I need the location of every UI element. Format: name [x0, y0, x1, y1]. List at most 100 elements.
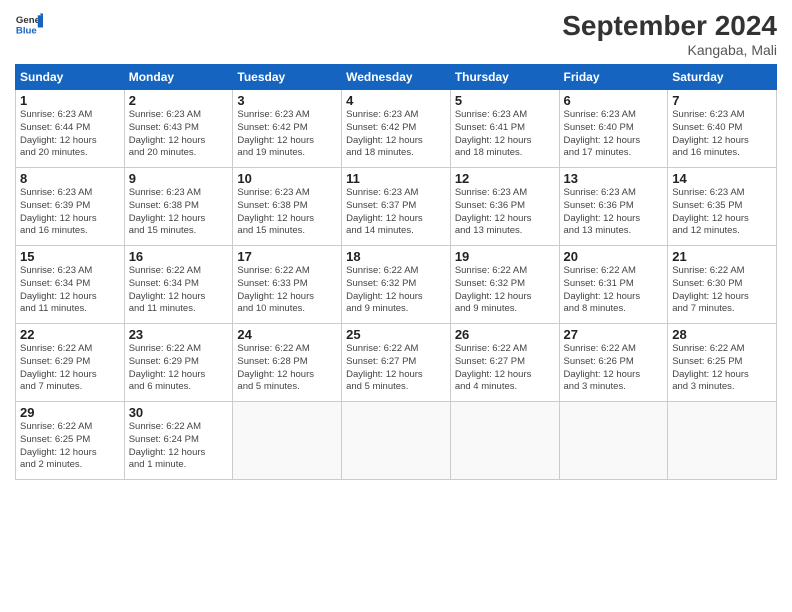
day-cell: 27Sunrise: 6:22 AM Sunset: 6:26 PM Dayli…: [559, 324, 668, 402]
week-row-2: 8Sunrise: 6:23 AM Sunset: 6:39 PM Daylig…: [16, 168, 777, 246]
day-cell: 20Sunrise: 6:22 AM Sunset: 6:31 PM Dayli…: [559, 246, 668, 324]
day-cell: [450, 402, 559, 480]
day-number: 25: [346, 327, 446, 342]
header-wednesday: Wednesday: [342, 65, 451, 90]
day-info: Sunrise: 6:22 AM Sunset: 6:32 PM Dayligh…: [455, 265, 555, 316]
day-cell: 1Sunrise: 6:23 AM Sunset: 6:44 PM Daylig…: [16, 90, 125, 168]
day-info: Sunrise: 6:23 AM Sunset: 6:40 PM Dayligh…: [672, 109, 772, 160]
day-number: 23: [129, 327, 229, 342]
day-number: 13: [564, 171, 664, 186]
day-info: Sunrise: 6:22 AM Sunset: 6:29 PM Dayligh…: [129, 343, 229, 394]
day-cell: [559, 402, 668, 480]
day-info: Sunrise: 6:22 AM Sunset: 6:31 PM Dayligh…: [564, 265, 664, 316]
day-number: 30: [129, 405, 229, 420]
day-cell: 26Sunrise: 6:22 AM Sunset: 6:27 PM Dayli…: [450, 324, 559, 402]
day-number: 20: [564, 249, 664, 264]
day-cell: 28Sunrise: 6:22 AM Sunset: 6:25 PM Dayli…: [668, 324, 777, 402]
day-info: Sunrise: 6:22 AM Sunset: 6:25 PM Dayligh…: [20, 421, 120, 472]
day-info: Sunrise: 6:23 AM Sunset: 6:35 PM Dayligh…: [672, 187, 772, 238]
day-cell: 23Sunrise: 6:22 AM Sunset: 6:29 PM Dayli…: [124, 324, 233, 402]
day-number: 19: [455, 249, 555, 264]
day-info: Sunrise: 6:23 AM Sunset: 6:43 PM Dayligh…: [129, 109, 229, 160]
header-sunday: Sunday: [16, 65, 125, 90]
day-info: Sunrise: 6:23 AM Sunset: 6:38 PM Dayligh…: [129, 187, 229, 238]
day-cell: 8Sunrise: 6:23 AM Sunset: 6:39 PM Daylig…: [16, 168, 125, 246]
day-cell: 29Sunrise: 6:22 AM Sunset: 6:25 PM Dayli…: [16, 402, 125, 480]
day-number: 29: [20, 405, 120, 420]
day-cell: 7Sunrise: 6:23 AM Sunset: 6:40 PM Daylig…: [668, 90, 777, 168]
day-number: 6: [564, 93, 664, 108]
day-cell: 13Sunrise: 6:23 AM Sunset: 6:36 PM Dayli…: [559, 168, 668, 246]
day-info: Sunrise: 6:23 AM Sunset: 6:36 PM Dayligh…: [564, 187, 664, 238]
day-number: 7: [672, 93, 772, 108]
header-row: General Blue September 2024 Kangaba, Mal…: [15, 10, 777, 58]
day-cell: 11Sunrise: 6:23 AM Sunset: 6:37 PM Dayli…: [342, 168, 451, 246]
day-info: Sunrise: 6:23 AM Sunset: 6:36 PM Dayligh…: [455, 187, 555, 238]
day-info: Sunrise: 6:23 AM Sunset: 6:42 PM Dayligh…: [346, 109, 446, 160]
day-number: 16: [129, 249, 229, 264]
day-cell: 3Sunrise: 6:23 AM Sunset: 6:42 PM Daylig…: [233, 90, 342, 168]
day-number: 9: [129, 171, 229, 186]
day-info: Sunrise: 6:22 AM Sunset: 6:25 PM Dayligh…: [672, 343, 772, 394]
day-info: Sunrise: 6:23 AM Sunset: 6:44 PM Dayligh…: [20, 109, 120, 160]
day-cell: 19Sunrise: 6:22 AM Sunset: 6:32 PM Dayli…: [450, 246, 559, 324]
day-info: Sunrise: 6:22 AM Sunset: 6:26 PM Dayligh…: [564, 343, 664, 394]
header-thursday: Thursday: [450, 65, 559, 90]
day-cell: [233, 402, 342, 480]
day-cell: [342, 402, 451, 480]
day-number: 21: [672, 249, 772, 264]
day-info: Sunrise: 6:22 AM Sunset: 6:27 PM Dayligh…: [346, 343, 446, 394]
day-info: Sunrise: 6:23 AM Sunset: 6:38 PM Dayligh…: [237, 187, 337, 238]
calendar-subtitle: Kangaba, Mali: [562, 42, 777, 58]
day-info: Sunrise: 6:22 AM Sunset: 6:32 PM Dayligh…: [346, 265, 446, 316]
day-cell: 14Sunrise: 6:23 AM Sunset: 6:35 PM Dayli…: [668, 168, 777, 246]
day-cell: 9Sunrise: 6:23 AM Sunset: 6:38 PM Daylig…: [124, 168, 233, 246]
day-info: Sunrise: 6:22 AM Sunset: 6:27 PM Dayligh…: [455, 343, 555, 394]
header-tuesday: Tuesday: [233, 65, 342, 90]
day-info: Sunrise: 6:22 AM Sunset: 6:29 PM Dayligh…: [20, 343, 120, 394]
day-cell: 5Sunrise: 6:23 AM Sunset: 6:41 PM Daylig…: [450, 90, 559, 168]
day-cell: 12Sunrise: 6:23 AM Sunset: 6:36 PM Dayli…: [450, 168, 559, 246]
day-number: 15: [20, 249, 120, 264]
day-number: 5: [455, 93, 555, 108]
calendar-container: General Blue September 2024 Kangaba, Mal…: [0, 0, 792, 490]
logo-icon: General Blue: [15, 10, 43, 38]
day-cell: 6Sunrise: 6:23 AM Sunset: 6:40 PM Daylig…: [559, 90, 668, 168]
day-info: Sunrise: 6:22 AM Sunset: 6:30 PM Dayligh…: [672, 265, 772, 316]
day-info: Sunrise: 6:23 AM Sunset: 6:40 PM Dayligh…: [564, 109, 664, 160]
day-cell: 18Sunrise: 6:22 AM Sunset: 6:32 PM Dayli…: [342, 246, 451, 324]
day-info: Sunrise: 6:22 AM Sunset: 6:24 PM Dayligh…: [129, 421, 229, 472]
day-info: Sunrise: 6:22 AM Sunset: 6:33 PM Dayligh…: [237, 265, 337, 316]
day-cell: 2Sunrise: 6:23 AM Sunset: 6:43 PM Daylig…: [124, 90, 233, 168]
day-number: 18: [346, 249, 446, 264]
week-row-4: 22Sunrise: 6:22 AM Sunset: 6:29 PM Dayli…: [16, 324, 777, 402]
day-info: Sunrise: 6:23 AM Sunset: 6:37 PM Dayligh…: [346, 187, 446, 238]
calendar-table: Sunday Monday Tuesday Wednesday Thursday…: [15, 64, 777, 480]
svg-text:Blue: Blue: [16, 26, 37, 37]
header-monday: Monday: [124, 65, 233, 90]
title-block: September 2024 Kangaba, Mali: [562, 10, 777, 58]
weekday-header-row: Sunday Monday Tuesday Wednesday Thursday…: [16, 65, 777, 90]
day-number: 8: [20, 171, 120, 186]
week-row-1: 1Sunrise: 6:23 AM Sunset: 6:44 PM Daylig…: [16, 90, 777, 168]
day-number: 22: [20, 327, 120, 342]
day-info: Sunrise: 6:22 AM Sunset: 6:34 PM Dayligh…: [129, 265, 229, 316]
header-friday: Friday: [559, 65, 668, 90]
header-saturday: Saturday: [668, 65, 777, 90]
day-info: Sunrise: 6:23 AM Sunset: 6:39 PM Dayligh…: [20, 187, 120, 238]
day-cell: 30Sunrise: 6:22 AM Sunset: 6:24 PM Dayli…: [124, 402, 233, 480]
day-number: 3: [237, 93, 337, 108]
day-number: 4: [346, 93, 446, 108]
day-number: 1: [20, 93, 120, 108]
day-number: 2: [129, 93, 229, 108]
day-cell: 21Sunrise: 6:22 AM Sunset: 6:30 PM Dayli…: [668, 246, 777, 324]
week-row-3: 15Sunrise: 6:23 AM Sunset: 6:34 PM Dayli…: [16, 246, 777, 324]
day-number: 12: [455, 171, 555, 186]
day-number: 11: [346, 171, 446, 186]
day-number: 26: [455, 327, 555, 342]
day-number: 14: [672, 171, 772, 186]
day-cell: 15Sunrise: 6:23 AM Sunset: 6:34 PM Dayli…: [16, 246, 125, 324]
day-number: 28: [672, 327, 772, 342]
day-cell: 16Sunrise: 6:22 AM Sunset: 6:34 PM Dayli…: [124, 246, 233, 324]
week-row-5: 29Sunrise: 6:22 AM Sunset: 6:25 PM Dayli…: [16, 402, 777, 480]
